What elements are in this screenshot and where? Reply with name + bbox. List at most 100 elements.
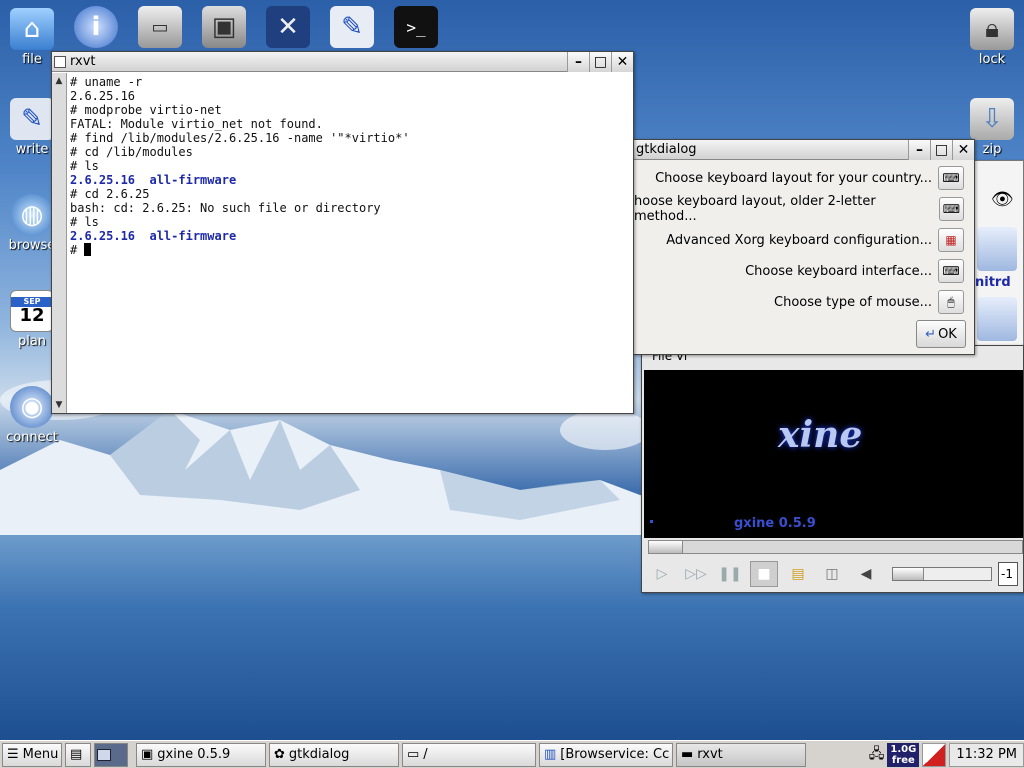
terminal-line: # uname -r	[70, 75, 143, 89]
keyboard-interface-button[interactable]: ⌨	[938, 259, 964, 283]
video-title: gxine 0.5.9	[734, 516, 816, 531]
network-icon[interactable]: 🖧︎	[869, 743, 885, 767]
gtkdialog-window[interactable]: gtkdialog – □ ✕ Choose keyboard layout f…	[633, 139, 975, 355]
folder-icon	[977, 297, 1017, 341]
spin-field[interactable]: -1	[998, 562, 1018, 586]
mouse-icon: 🖱︎	[947, 294, 955, 309]
pager-desktop[interactable]	[97, 748, 111, 761]
gxine-window[interactable]: File Vi xine gxine 0.5.9 ▷ ▷▷ ❚❚ ■ ▤ ◫ ◀…	[641, 345, 1024, 593]
drive-launcher[interactable]: ▭	[128, 6, 192, 48]
editor-launcher[interactable]: ✎	[320, 6, 384, 48]
terminal-line: # modprobe virtio-net	[70, 103, 222, 117]
start-menu-button[interactable]: ☰ Menu	[2, 742, 62, 767]
close-icon: ✕	[957, 142, 970, 158]
file-item-label[interactable]: nitrd	[975, 275, 1011, 290]
maximize-icon: □	[593, 54, 608, 70]
stop-button[interactable]: ■	[750, 561, 778, 587]
package-launcher[interactable]: ▣	[192, 6, 256, 48]
task-rxvt[interactable]: ▬ rxvt	[676, 742, 806, 767]
minimize-icon: –	[916, 142, 923, 158]
keyboard-icon: ⌨	[942, 202, 961, 216]
row-label: Choose keyboard layout for your country.…	[655, 170, 932, 186]
terminal-line: bash: cd: 2.6.25: No such file or direct…	[70, 201, 381, 215]
rxvt-window[interactable]: rxvt – □ ✕ ▲ ▼ # uname -r 2.6.25.16 # modp…	[51, 51, 634, 414]
terminal-line: 2.6.25.16 all-firmware	[70, 229, 237, 243]
play-icon: ▷	[656, 566, 668, 582]
terminal-output[interactable]: # uname -r 2.6.25.16 # modprobe virtio-net…	[67, 73, 633, 413]
keyboard-country-button[interactable]: ⌨	[938, 166, 964, 190]
task-gxine[interactable]: ▣ gxine 0.5.9	[136, 742, 266, 767]
task-label: /	[423, 747, 428, 762]
maximize-button[interactable]: □	[589, 52, 611, 72]
maximize-icon: □	[934, 142, 949, 158]
settings-launcher[interactable]: ✕	[256, 6, 320, 48]
volume-button[interactable]: ◀	[852, 561, 880, 587]
gtkdialog-titlebar[interactable]: gtkdialog – □ ✕	[634, 140, 974, 160]
settings-icon: ✕	[266, 6, 310, 48]
info-icon: i	[74, 6, 118, 48]
minimize-button[interactable]: –	[908, 140, 930, 160]
minimize-button[interactable]: –	[567, 52, 589, 72]
terminal-icon: >_	[394, 6, 438, 48]
calendar-icon: SEP 12	[10, 290, 54, 332]
xorg-keyboard-row: Advanced Xorg keyboard configuration... …	[666, 227, 964, 253]
rxvt-titlebar[interactable]: rxvt – □ ✕	[52, 52, 633, 72]
stop-icon: ■	[757, 566, 771, 582]
keyboard-interface-row: Choose keyboard interface... ⌨	[745, 258, 964, 284]
xorg-icon: ▦	[945, 233, 957, 247]
gxine-icon: ▣	[141, 747, 154, 762]
scrollbar[interactable]: ▲ ▼	[52, 73, 67, 413]
xine-logo: xine	[778, 414, 863, 456]
clock[interactable]: 11:32 PM	[949, 742, 1024, 767]
maximize-button[interactable]: □	[930, 140, 952, 160]
player-controls: ▷ ▷▷ ❚❚ ■ ▤ ◫ ◀ -1	[648, 560, 1023, 588]
terminal-icon: ▬	[681, 747, 694, 762]
task-folder[interactable]: ▭ /	[402, 742, 536, 767]
scroll-up-icon[interactable]: ▲	[53, 75, 65, 87]
gtk-icon: ✿	[274, 747, 285, 762]
terminal-launcher[interactable]: >_	[384, 6, 448, 48]
fast-forward-icon: ▷▷	[685, 566, 707, 582]
window-title: rxvt	[70, 54, 96, 69]
pager[interactable]	[94, 742, 128, 767]
zip-icon: ⇩	[970, 98, 1014, 140]
row-label: Choose type of mouse...	[774, 294, 932, 310]
ok-button[interactable]: ↵ OK	[916, 320, 966, 348]
keyboard-older-button[interactable]: ⌨	[938, 197, 964, 221]
cpu-graph-icon[interactable]	[922, 742, 947, 767]
terminal-line: FATAL: Module virtio_net not found.	[70, 117, 323, 131]
mouse-type-button[interactable]: 🖱︎	[938, 290, 964, 314]
file-manager-window[interactable]: 👁︎ nitrd tmp	[970, 160, 1024, 370]
xorg-keyboard-button[interactable]: ▦	[938, 228, 964, 252]
drive-icon: ▭	[138, 6, 182, 48]
playlist-button[interactable]: ▤	[784, 561, 812, 587]
settings-button[interactable]: ◫	[818, 561, 846, 587]
volume-knob[interactable]	[893, 568, 925, 580]
task-label: rxvt	[697, 747, 723, 762]
close-button[interactable]: ✕	[952, 140, 974, 160]
show-desktop-button[interactable]: ▤	[65, 742, 91, 767]
close-button[interactable]: ✕	[611, 52, 633, 72]
row-label: Advanced Xorg keyboard configuration...	[666, 232, 932, 248]
task-gtkdialog[interactable]: ✿ gtkdialog	[269, 742, 399, 767]
volume-slider[interactable]	[892, 567, 992, 581]
video-area[interactable]: xine gxine 0.5.9	[644, 370, 1023, 538]
memory-indicator[interactable]: 1.0G free	[887, 742, 920, 767]
fast-forward-button[interactable]: ▷▷	[682, 561, 710, 587]
task-label: gtkdialog	[288, 747, 350, 762]
status-dot	[650, 520, 653, 523]
window-menu-icon[interactable]	[54, 55, 66, 68]
pause-icon: ❚❚	[718, 566, 742, 582]
seek-bar[interactable]	[648, 540, 1023, 554]
close-icon: ✕	[616, 54, 629, 70]
pause-button[interactable]: ❚❚	[716, 561, 744, 587]
eye-icon: 👁︎	[991, 189, 1014, 210]
settings-icon: ◫	[825, 566, 839, 582]
desktop-icon-lock[interactable]: 🔒︎ lock	[960, 8, 1024, 67]
speaker-icon: ◀	[860, 566, 872, 582]
scroll-down-icon[interactable]: ▼	[53, 399, 65, 411]
task-browser[interactable]: ▥ [Browservice: Cc	[539, 742, 673, 767]
play-button[interactable]: ▷	[648, 561, 676, 587]
seek-knob[interactable]	[649, 541, 683, 553]
info-launcher[interactable]: i	[64, 6, 128, 48]
